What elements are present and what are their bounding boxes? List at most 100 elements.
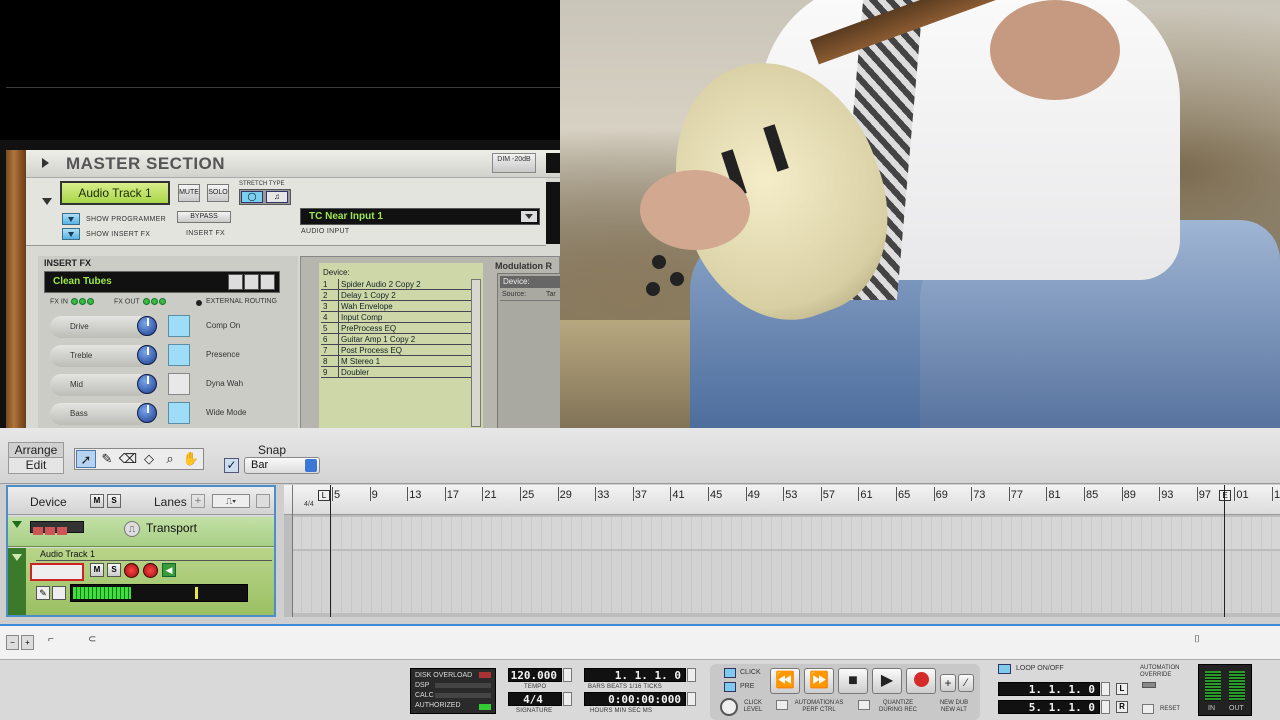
- list-item[interactable]: 9 Doubler: [321, 367, 473, 378]
- loop-right-display[interactable]: 5. 1. 1. 0: [998, 700, 1100, 714]
- razor-tool-icon[interactable]: ◇: [139, 450, 159, 468]
- device-list-scrollbar[interactable]: [471, 279, 481, 427]
- new-dub-button[interactable]: +: [940, 674, 956, 692]
- quantize-toggle[interactable]: [858, 700, 870, 710]
- list-item[interactable]: 7 Post Process EQ: [321, 345, 473, 356]
- ruler-tick-label: 5: [331, 487, 341, 501]
- time-spinner[interactable]: [687, 692, 696, 706]
- presence-button[interactable]: [168, 344, 190, 366]
- list-item[interactable]: 8M Stereo 1: [321, 356, 473, 367]
- loop-toggle[interactable]: [998, 664, 1011, 674]
- new-alt-button[interactable]: ⁄: [958, 674, 974, 692]
- play-button[interactable]: ▶: [872, 668, 902, 694]
- delete-lane-button[interactable]: [256, 494, 270, 508]
- position-display[interactable]: 1. 1. 1. 0: [584, 668, 686, 682]
- end-marker[interactable]: E: [1219, 490, 1231, 501]
- treble-knob[interactable]: [137, 345, 157, 365]
- song-overview-bar[interactable]: − + ⌐ ⊂ ⌷: [0, 624, 1280, 660]
- monitor-button[interactable]: [124, 563, 139, 578]
- expand-arrow-icon[interactable]: [42, 158, 49, 168]
- fx-patch-browser[interactable]: Clean Tubes: [44, 271, 280, 293]
- arrangement-lanes[interactable]: 4/4 L E 5 9 13 17 21 25 29 33 37 41 45 49 53 57 61 65 69…: [284, 485, 1280, 617]
- expand-arrow-icon[interactable]: [12, 554, 22, 561]
- expand-arrow-icon[interactable]: [12, 521, 22, 528]
- arrange-mode-button[interactable]: Arrange: [9, 443, 63, 458]
- audio-lane[interactable]: [292, 551, 1280, 613]
- left-locator-button[interactable]: L: [1116, 683, 1128, 695]
- transport-track[interactable]: ⎍ Transport: [8, 517, 274, 547]
- audio-input-select[interactable]: TC Near Input 1: [300, 208, 540, 225]
- drive-knob[interactable]: [137, 316, 157, 336]
- eraser-tool-icon[interactable]: ⌫: [118, 450, 138, 468]
- snap-checkbox[interactable]: ✓: [224, 458, 239, 473]
- mute-column-button[interactable]: M: [90, 494, 104, 508]
- list-item[interactable]: 4 Input Comp: [321, 312, 473, 323]
- timeline-ruler[interactable]: 4/4 L E 5 9 13 17 21 25 29 33 37 41 45 49 53 57 61 65 69…: [284, 485, 1280, 515]
- audio-track[interactable]: Audio Track 1 M S ◀ ✎: [8, 548, 274, 615]
- fast-forward-button[interactable]: ⏩: [804, 668, 834, 694]
- loop-left-spinner[interactable]: [1101, 682, 1110, 696]
- left-locator[interactable]: L: [318, 490, 330, 501]
- tempo-display[interactable]: 120.000: [508, 668, 562, 682]
- bypass-button[interactable]: BYPASS: [177, 211, 231, 223]
- magnify-tool-icon[interactable]: ⌕: [160, 450, 180, 468]
- time-display[interactable]: 0:00:00:000: [584, 692, 686, 706]
- signature-spinner[interactable]: [563, 692, 572, 706]
- dim-button[interactable]: DIM -20dB: [492, 153, 536, 173]
- audio-track-name[interactable]: Audio Track 1: [36, 549, 272, 561]
- solo-column-button[interactable]: S: [107, 494, 121, 508]
- rewind-button[interactable]: ⏪: [770, 668, 800, 694]
- speaker-icon[interactable]: ◀: [162, 563, 176, 577]
- lane-type-select[interactable]: ⎍▾: [212, 494, 250, 508]
- record-button[interactable]: [906, 668, 936, 694]
- pencil-tool-icon[interactable]: ✎: [97, 450, 117, 468]
- selection-tool-icon[interactable]: ➚: [76, 450, 96, 468]
- track-menu-button[interactable]: [52, 586, 66, 600]
- precount-toggle[interactable]: [724, 682, 736, 692]
- signature-display[interactable]: 4/4: [508, 692, 562, 706]
- pencil-icon[interactable]: ✎: [36, 586, 50, 600]
- tempo-spinner[interactable]: [563, 668, 572, 682]
- list-item[interactable]: 1 Spider Audio 2 Copy 2: [321, 279, 473, 290]
- right-locator-button[interactable]: R: [1116, 701, 1128, 713]
- list-item[interactable]: 6 Guitar Amp 1 Copy 2: [321, 334, 473, 345]
- patch-prev-button[interactable]: [228, 274, 243, 290]
- automation-perf-toggle[interactable]: [776, 700, 788, 710]
- edit-mode-button[interactable]: Edit: [9, 458, 63, 473]
- hand-tool-icon[interactable]: ✋: [181, 450, 201, 468]
- automation-reset-button[interactable]: [1142, 704, 1154, 714]
- stretch-mode-a-button[interactable]: ◯: [241, 191, 263, 203]
- stretch-mode-b-button[interactable]: ♫: [266, 191, 288, 203]
- collapse-arrow-icon[interactable]: [42, 198, 52, 205]
- comp-on-button[interactable]: [168, 315, 190, 337]
- solo-button[interactable]: SOLO: [207, 184, 229, 202]
- patch-save-button[interactable]: [260, 274, 275, 290]
- show-programmer-toggle[interactable]: [62, 213, 80, 225]
- track-solo-button[interactable]: S: [107, 563, 121, 577]
- loop-left-display[interactable]: 1. 1. 1. 0: [998, 682, 1100, 696]
- dyna-wah-button[interactable]: [168, 373, 190, 395]
- list-item[interactable]: 2 Delay 1 Copy 2: [321, 290, 473, 301]
- mid-knob[interactable]: [137, 374, 157, 394]
- track-mute-button[interactable]: M: [90, 563, 104, 577]
- click-level-knob[interactable]: [720, 698, 738, 716]
- overview-start-marker: ⌐: [48, 634, 54, 645]
- zoom-out-icon[interactable]: −: [6, 635, 19, 650]
- snap-select[interactable]: Bar: [244, 457, 320, 474]
- channel-name[interactable]: Audio Track 1: [60, 181, 170, 205]
- bass-knob[interactable]: [137, 403, 157, 423]
- wide-mode-button[interactable]: [168, 402, 190, 424]
- zoom-in-icon[interactable]: +: [21, 635, 34, 650]
- loop-right-spinner[interactable]: [1101, 700, 1110, 714]
- show-insert-fx-toggle[interactable]: [62, 228, 80, 240]
- transport-lane[interactable]: [292, 517, 1280, 549]
- position-spinner[interactable]: [687, 668, 696, 682]
- add-lane-button[interactable]: +: [191, 494, 205, 508]
- stop-button[interactable]: ■: [838, 668, 868, 694]
- patch-browse-button[interactable]: [244, 274, 259, 290]
- list-item[interactable]: 5 PreProcess EQ: [321, 323, 473, 334]
- mute-button[interactable]: MUTE: [178, 184, 200, 202]
- click-toggle[interactable]: [724, 668, 736, 678]
- record-enable-button[interactable]: [143, 563, 158, 578]
- list-item[interactable]: 3 Wah Envelope: [321, 301, 473, 312]
